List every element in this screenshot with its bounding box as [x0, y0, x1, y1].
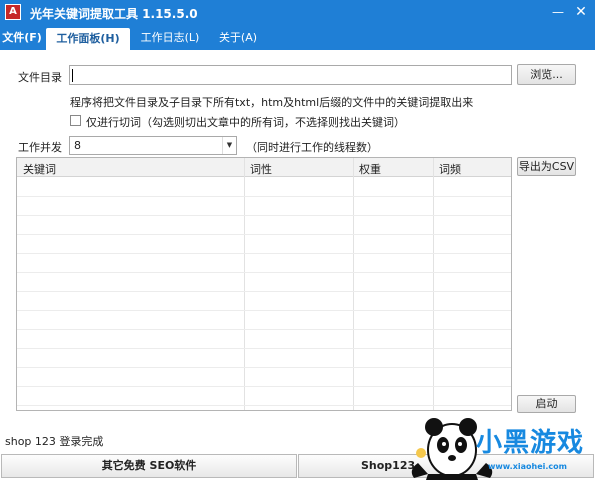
status-text: shop 123 登录完成: [5, 435, 104, 448]
tab-about[interactable]: 关于(A): [210, 26, 266, 50]
tab-work-log[interactable]: 工作日志(L): [134, 26, 206, 50]
table-header: 关键词 词性 权重 词频: [17, 158, 511, 177]
dropdown-arrow-icon[interactable]: ▼: [222, 137, 236, 154]
keyword-table[interactable]: 关键词 词性 权重 词频: [16, 157, 512, 411]
column-header-pos[interactable]: 词性: [250, 161, 272, 177]
table-row-divider: [17, 272, 511, 273]
text-caret: [72, 69, 73, 82]
concurrency-value: 8: [74, 139, 81, 152]
table-row-divider: [17, 367, 511, 368]
concurrency-label: 工作并发: [18, 141, 62, 154]
minimize-icon[interactable]: —: [549, 4, 567, 20]
table-row-divider: [17, 329, 511, 330]
export-csv-button[interactable]: 导出为CSV: [517, 157, 576, 176]
tab-work-panel[interactable]: 工作面板(H): [46, 28, 130, 50]
work-panel: 文件目录 浏览... 程序将把文件目录及子目录下所有txt，htm及html后缀…: [0, 50, 595, 454]
browse-button[interactable]: 浏览...: [517, 64, 576, 85]
column-header-weight[interactable]: 权重: [359, 161, 381, 177]
concurrency-note: （同时进行工作的线程数）: [246, 141, 378, 154]
table-row-divider: [17, 234, 511, 235]
menu-file[interactable]: 文件(F): [0, 26, 44, 50]
segment-only-label[interactable]: 仅进行切词（勾选则切出文章中的所有词，不选择则找出关键词）: [86, 114, 405, 130]
segment-only-checkbox[interactable]: [70, 115, 81, 126]
table-row-divider: [17, 253, 511, 254]
app-window: A 光年关键词提取工具 1.15.5.0 — ✕ 文件(F) 工作面板(H) 工…: [0, 0, 595, 480]
close-icon[interactable]: ✕: [572, 4, 590, 20]
description-text: 程序将把文件目录及子目录下所有txt，htm及html后缀的文件中的关键词提取出…: [70, 96, 474, 109]
watermark-logo: 小黑游戏: [476, 428, 585, 458]
table-row-divider: [17, 386, 511, 387]
directory-label: 文件目录: [18, 71, 62, 84]
table-row-divider: [17, 310, 511, 311]
menu-bar: 文件(F) 工作面板(H) 工作日志(L) 关于(A): [0, 26, 595, 50]
column-header-frequency[interactable]: 词频: [439, 161, 461, 177]
table-row-divider: [17, 215, 511, 216]
table-row-divider: [17, 405, 511, 406]
title-bar[interactable]: A 光年关键词提取工具 1.15.5.0 — ✕: [0, 0, 595, 26]
other-seo-software-button[interactable]: 其它免费 SEO软件: [1, 454, 297, 478]
app-icon: A: [5, 4, 21, 20]
concurrency-select[interactable]: 8 ▼: [69, 136, 237, 155]
table-row-divider: [17, 291, 511, 292]
window-title: 光年关键词提取工具 1.15.5.0: [30, 7, 198, 21]
column-header-keyword[interactable]: 关键词: [23, 161, 56, 177]
directory-input[interactable]: [69, 65, 512, 85]
table-row-divider: [17, 196, 511, 197]
watermark-url: www.xiaohei.com: [488, 462, 567, 471]
table-row-divider: [17, 348, 511, 349]
